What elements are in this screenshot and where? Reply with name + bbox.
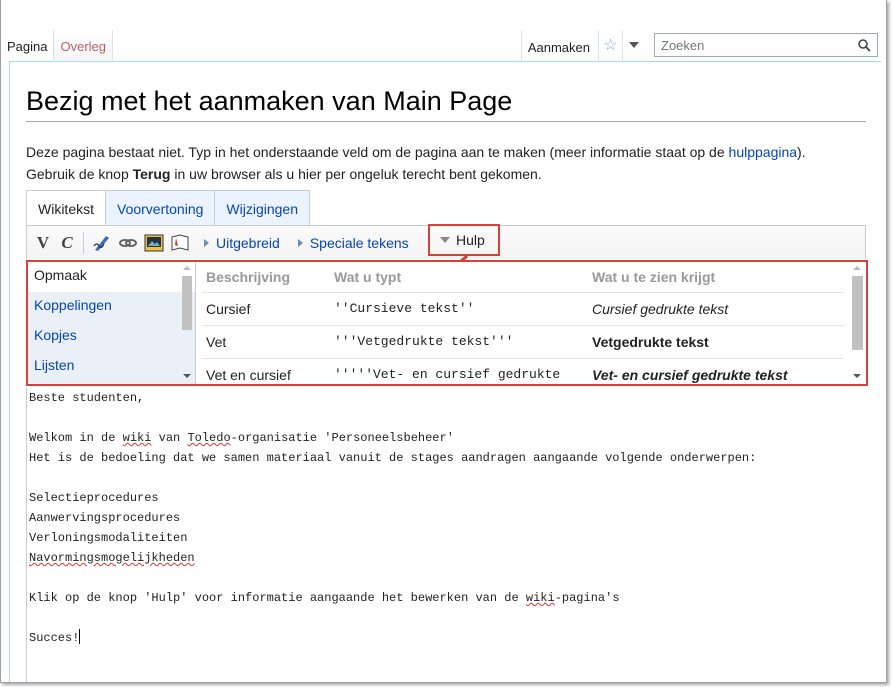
editor-text: van — [151, 431, 188, 445]
wikitext-editor[interactable]: Beste studenten, Welkom in de wiki van To… — [26, 388, 866, 682]
tab-wikitekst[interactable]: Wikitekst — [26, 190, 106, 226]
title-divider — [26, 121, 866, 122]
reference-book-icon[interactable] — [170, 233, 190, 253]
row-typed: '''''Vet- en cursief gedrukte — [330, 358, 588, 384]
help-table-header: Beschrijving Wat u typt Wat u te zien kr… — [202, 262, 844, 293]
browser-frame: Pagina Overleg Aanmaken ☆ Zoeken Bezig m… — [0, 0, 887, 683]
table-row: Vet en cursief '''''Vet- en cursief gedr… — [202, 358, 844, 384]
text-cursor — [79, 629, 81, 644]
header-wat-u-typt: Wat u typt — [330, 262, 588, 293]
editor-line-blank — [29, 608, 866, 628]
speciale-tekens-label: Speciale tekens — [309, 234, 409, 251]
intro-text-4: in uw browser als u hier per ongeluk ter… — [170, 166, 542, 182]
help-section-kopjes[interactable]: Kopjes — [28, 322, 195, 352]
header-wat-u-te-zien-krijgt: Wat u te zien krijgt — [588, 262, 844, 293]
search-icon[interactable] — [858, 38, 871, 52]
row-typed: '''Vetgedrukte tekst''' — [330, 325, 588, 359]
link-icon[interactable] — [118, 233, 138, 253]
tab-pagina[interactable]: Pagina — [1, 30, 55, 60]
editor-text-misspelled: wiki — [122, 431, 152, 445]
tab-wijzigingen[interactable]: Wijzigingen — [215, 190, 310, 226]
bold-icon[interactable]: V — [33, 233, 53, 253]
editor-text: -organisatie 'Personeelsbeheer' — [230, 431, 454, 445]
chevron-right-icon — [204, 238, 209, 247]
scroll-up-icon[interactable] — [853, 266, 861, 270]
editor-text-misspelled: Toledo — [187, 431, 231, 445]
row-desc: Vet — [202, 325, 330, 359]
row-result: Vet- en cursief gedrukte tekst — [588, 358, 844, 384]
row-result: Cursief gedrukte tekst — [588, 292, 844, 326]
table-row: Cursief ''Cursieve tekst'' Cursief gedru… — [202, 292, 844, 326]
editor-line-misspelled: Navormingsmogelijkheden — [29, 551, 195, 565]
page-title: Bezig met het aanmaken van Main Page — [26, 86, 513, 116]
intro-bold-terug: Terug — [132, 166, 171, 182]
help-sections-scrollbar[interactable] — [180, 264, 194, 382]
intro-text-2: ). — [797, 144, 806, 160]
tab-overleg[interactable]: Overleg — [54, 30, 114, 60]
editor-line: Klik op de knop 'Hulp' voor informatie a… — [29, 588, 866, 608]
search-input[interactable]: Zoeken — [654, 33, 878, 57]
namespace-tabs: Pagina Overleg — [1, 30, 114, 60]
row-typed: ''Cursieve tekst'' — [330, 292, 588, 326]
scroll-up-icon[interactable] — [183, 266, 191, 270]
help-section-lijsten[interactable]: Lijsten — [28, 352, 195, 382]
content-area: Bezig met het aanmaken van Main Page Dez… — [9, 61, 881, 682]
help-table-scrollbar[interactable] — [850, 264, 864, 382]
editor-line: Het is de bedoeling dat we samen materia… — [29, 451, 757, 465]
row-desc: Cursief — [202, 292, 330, 326]
editor-text: Klik op de knop 'Hulp' voor informatie a… — [29, 591, 526, 605]
editor-line-blank — [29, 408, 866, 428]
editor-line: Selectieprocedures — [29, 491, 159, 505]
scrollbar-thumb[interactable] — [852, 276, 863, 350]
editor-line-blank — [29, 568, 866, 588]
intro-text: Deze pagina bestaat niet. Typ in het ond… — [26, 141, 846, 185]
edit-tabs: Wikitekst Voorvertoning Wijzigingen — [26, 190, 310, 226]
intro-text-3: Gebruik de knop — [26, 166, 133, 182]
scrollbar-thumb[interactable] — [182, 276, 192, 330]
search-placeholder: Zoeken — [661, 37, 705, 53]
editor-text-misspelled: wiki — [525, 591, 555, 605]
user-tool-1[interactable] — [869, 0, 872, 7]
image-icon[interactable] — [144, 233, 164, 253]
intro-text-1: Deze pagina bestaat niet. Typ in het ond… — [26, 144, 729, 160]
tab-aanmaken[interactable]: Aanmaken — [520, 30, 598, 60]
editor-text: Succes! — [29, 631, 80, 645]
help-sections: Opmaak Koppelingen Kopjes Lijsten — [28, 262, 196, 384]
editor-line: Welkom in de wiki van Toledo-organisatie… — [29, 428, 866, 448]
editor-line: Verloningsmodaliteiten — [29, 531, 188, 545]
chevron-down-icon — [440, 237, 450, 243]
italic-icon[interactable]: C — [57, 233, 77, 253]
help-section-opmaak[interactable]: Opmaak — [28, 262, 195, 292]
scroll-down-icon[interactable] — [183, 374, 191, 378]
editor-line-blank — [29, 468, 866, 488]
uitgebreid-label: Uitgebreid — [216, 234, 280, 251]
watch-star-icon[interactable]: ☆ — [598, 30, 622, 60]
view-tabs: Aanmaken ☆ Zoeken — [520, 30, 878, 60]
tab-voorvertoning[interactable]: Voorvertoning — [106, 190, 216, 226]
user-tools — [859, 0, 872, 7]
header-beschrijving: Beschrijving — [202, 262, 330, 293]
editor-line: Beste studenten, — [29, 391, 145, 405]
editor-line: Succes! — [29, 628, 866, 648]
editor-line: Aanwervingsprocedures — [29, 511, 181, 525]
more-menu-chevron-down-icon[interactable] — [622, 30, 644, 60]
help-page-link[interactable]: hulppagina — [729, 144, 798, 160]
help-section-koppelingen[interactable]: Koppelingen — [28, 292, 195, 322]
hulp-label: Hulp — [456, 232, 485, 248]
row-result: Vetgedrukte tekst — [588, 325, 844, 359]
scroll-down-icon[interactable] — [853, 374, 861, 378]
editor-text: Welkom in de — [29, 431, 123, 445]
help-table: Beschrijving Wat u typt Wat u te zien kr… — [202, 262, 844, 384]
row-desc: Vet en cursief — [202, 358, 330, 384]
editor-text: -pagina's — [554, 591, 620, 605]
table-row: Vet '''Vetgedrukte tekst''' Vetgedrukte … — [202, 325, 844, 359]
signature-pen-icon[interactable] — [92, 233, 112, 253]
chevron-right-icon — [297, 238, 303, 247]
speciale-tekens-toggle[interactable]: Speciale tekens — [297, 234, 409, 251]
uitgebreid-toggle[interactable]: Uitgebreid — [204, 235, 280, 251]
toolbar-separator — [83, 231, 84, 254]
help-panel: Opmaak Koppelingen Kopjes Lijsten Beschr… — [26, 260, 868, 386]
